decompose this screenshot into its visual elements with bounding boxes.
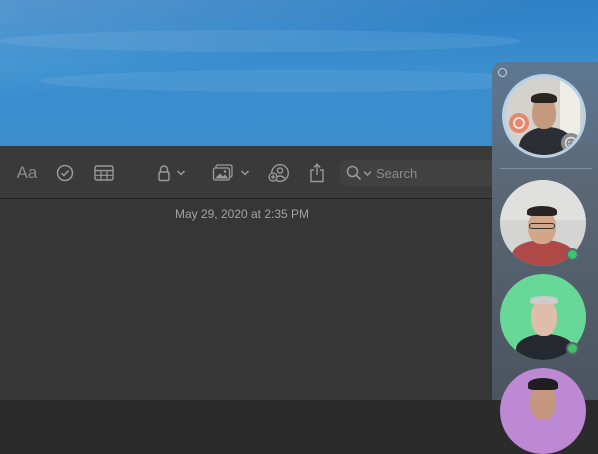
online-status-dot: [566, 342, 579, 355]
status-dot: [575, 147, 583, 155]
checklist-icon: [56, 164, 74, 182]
table-icon: [94, 165, 114, 181]
effects-icon: [513, 117, 525, 129]
format-text-label: Aa: [16, 163, 38, 182]
search-field[interactable]: Search: [340, 160, 500, 186]
note-timestamp: May 29, 2020 at 2:35 PM: [174, 207, 310, 221]
format-text-button[interactable]: Aa: [14, 162, 40, 184]
lock-menu-button[interactable]: [154, 162, 188, 184]
collaborate-button[interactable]: [268, 162, 290, 184]
close-icon[interactable]: [498, 68, 507, 77]
chevron-down-icon: [363, 170, 372, 176]
participant-hair: [530, 296, 558, 304]
effects-button[interactable]: [509, 113, 529, 133]
collaborate-icon: [268, 163, 290, 183]
participant-hair: [527, 206, 557, 216]
participant-glasses: [529, 223, 555, 229]
chevron-down-icon: [240, 170, 250, 176]
participant-tile[interactable]: [500, 368, 586, 454]
media-menu-button[interactable]: [211, 162, 251, 184]
share-button[interactable]: [308, 162, 326, 184]
online-status-dot: [566, 248, 579, 261]
facetime-sidebar: [492, 62, 598, 454]
search-icon: [346, 165, 362, 181]
chevron-down-icon: [176, 170, 185, 176]
wallpaper-streak: [0, 30, 520, 52]
search-placeholder: Search: [376, 165, 418, 181]
media-icon: [212, 164, 233, 181]
divider: [500, 168, 592, 169]
self-video-tile[interactable]: [502, 74, 586, 158]
self-hair: [531, 93, 557, 103]
lock-icon: [157, 165, 170, 182]
share-icon: [310, 163, 324, 183]
table-button[interactable]: [93, 162, 115, 184]
participant-hair: [528, 378, 558, 390]
checklist-button[interactable]: [54, 162, 76, 184]
wallpaper-streak: [40, 70, 560, 92]
